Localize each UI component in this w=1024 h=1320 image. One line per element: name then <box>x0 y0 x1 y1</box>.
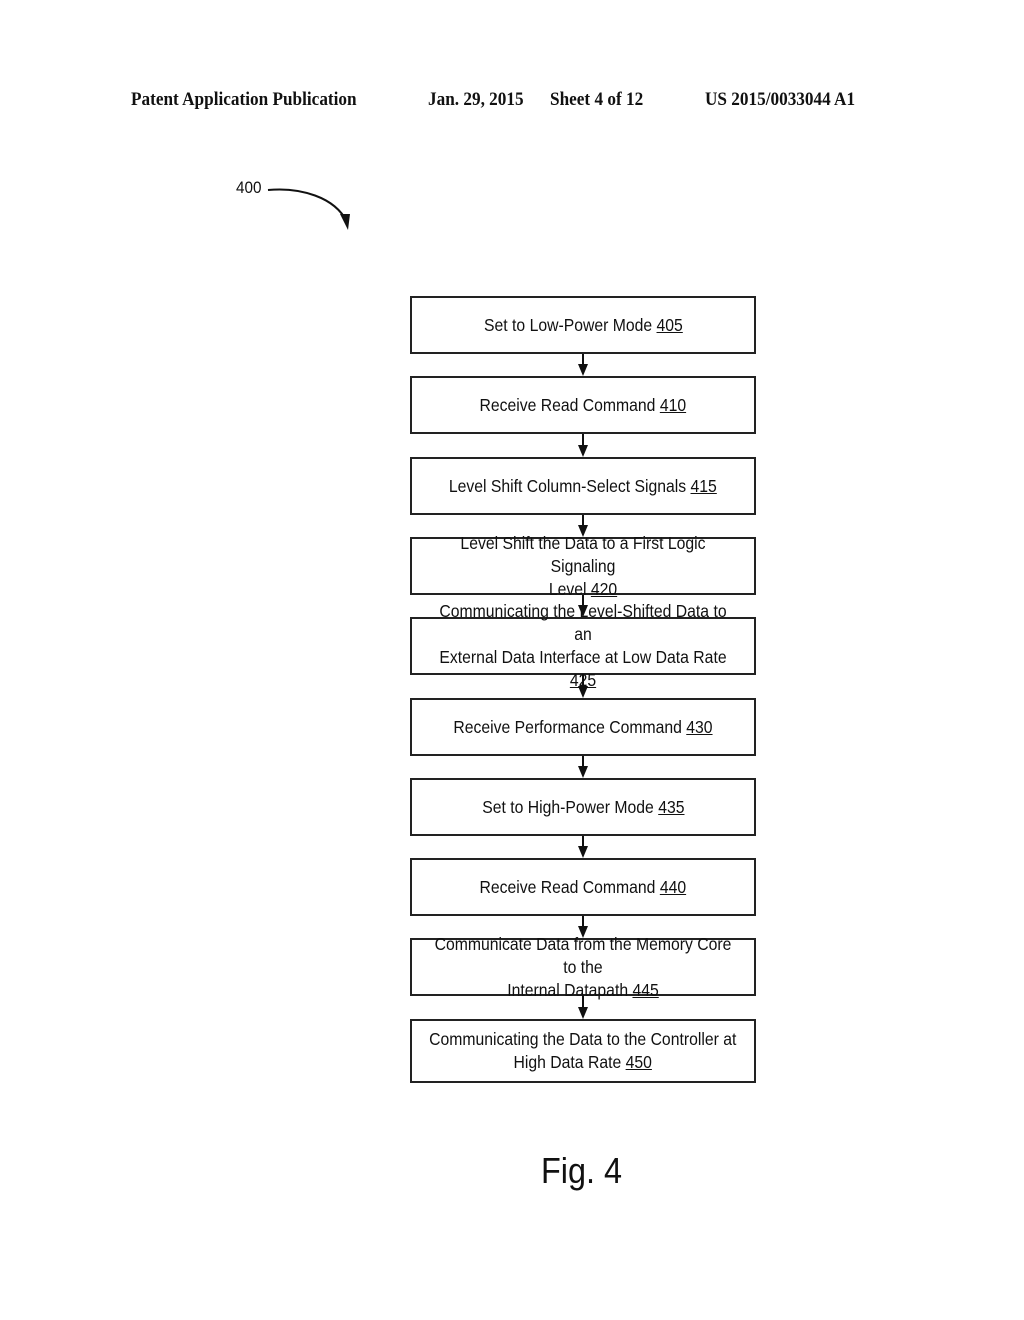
flowchart-step-box: Communicating the Data to the Controller… <box>410 1019 756 1083</box>
flowchart-step-box: Receive Read Command 440 <box>410 858 756 916</box>
step-reference-number: 420 <box>590 578 618 599</box>
step-label: Receive Read Command <box>479 394 656 415</box>
step-text: Receive Read Command 410 <box>480 394 687 417</box>
step-label: Set to High-Power Mode <box>481 796 654 817</box>
reference-leader-arrow <box>267 188 348 223</box>
flowchart-step-box: Set to Low-Power Mode 405 <box>410 296 756 354</box>
flowchart-step-box: Communicate Data from the Memory Core to… <box>410 934 756 1000</box>
step-label: Communicate Data from the Memory Core to… <box>434 933 732 1000</box>
flow-arrow-head-icon <box>578 766 588 778</box>
step-reference-number: 405 <box>656 314 683 335</box>
flow-arrow-head-icon <box>578 846 588 858</box>
step-text: Set to High-Power Mode 435 <box>482 796 684 819</box>
step-text: Communicating the Data to the Controller… <box>429 1028 736 1074</box>
step-label: Receive Performance Command <box>453 716 682 737</box>
step-text: Communicating the Level-Shifted Data to … <box>429 600 737 692</box>
flow-arrow-head-icon <box>578 1007 588 1019</box>
step-text: Level Shift the Data to a First Logic Si… <box>429 532 737 601</box>
step-text: Receive Read Command 440 <box>480 876 687 899</box>
step-label: Set to Low-Power Mode <box>483 314 652 335</box>
flow-arrow-head-icon <box>578 445 588 457</box>
flowchart-step-box: Level Shift Column-Select Signals 415 <box>410 457 756 515</box>
step-text: Set to Low-Power Mode 405 <box>484 314 683 337</box>
flowchart-step-box: Set to High-Power Mode 435 <box>410 778 756 836</box>
step-reference-number: 430 <box>686 716 713 737</box>
step-reference-number: 440 <box>660 876 687 897</box>
step-label: Receive Read Command <box>479 876 656 897</box>
reference-leader-arrowhead <box>340 214 350 230</box>
figure-label: Fig. 4 <box>541 1150 623 1191</box>
step-label: Level Shift the Data to a First Logic Si… <box>460 532 706 599</box>
step-text: Receive Performance Command 430 <box>453 716 712 739</box>
step-reference-number: 445 <box>632 979 659 1000</box>
flowchart-step-box: Communicating the Level-Shifted Data to … <box>410 601 756 690</box>
step-label: Level Shift Column-Select Signals <box>449 475 687 496</box>
step-label: Communicating the Level-Shifted Data to … <box>439 601 727 667</box>
step-reference-number: 425 <box>569 670 597 690</box>
step-reference-number: 415 <box>690 475 717 496</box>
flow-arrow-head-icon <box>578 364 588 376</box>
step-text: Communicate Data from the Memory Core to… <box>429 933 737 1002</box>
flowchart-step-box: Level Shift the Data to a First Logic Si… <box>410 533 756 599</box>
step-reference-number: 450 <box>625 1052 653 1072</box>
step-label: Communicating the Data to the Controller… <box>429 1029 737 1072</box>
flowchart-step-box: Receive Performance Command 430 <box>410 698 756 756</box>
step-text: Level Shift Column-Select Signals 415 <box>449 475 717 498</box>
step-reference-number: 435 <box>657 796 685 817</box>
step-reference-number: 410 <box>660 394 687 415</box>
flowchart-step-box: Receive Read Command 410 <box>410 376 756 434</box>
